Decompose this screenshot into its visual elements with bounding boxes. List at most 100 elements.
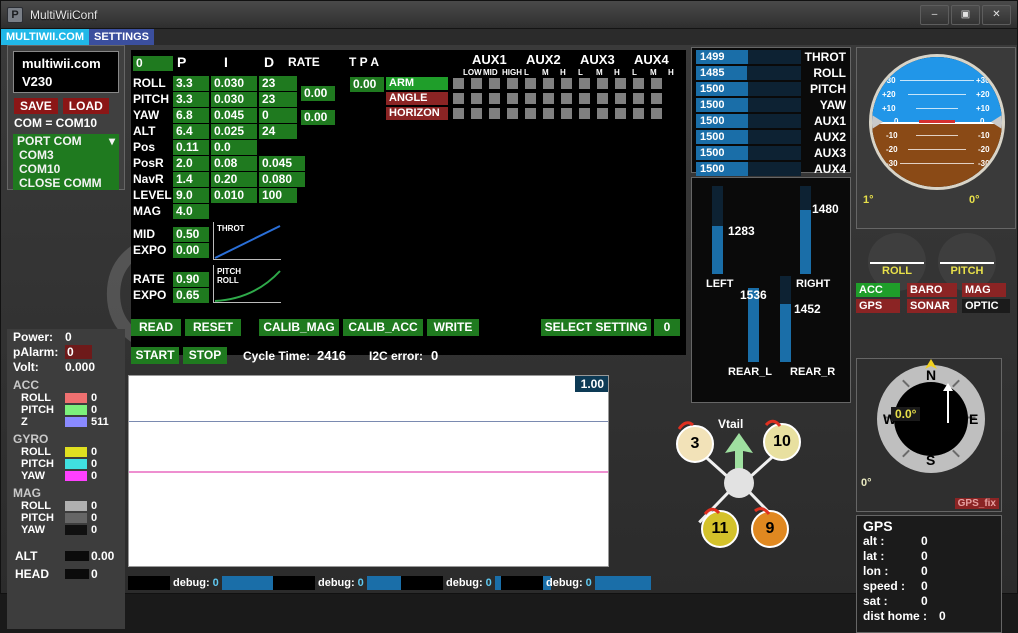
pid-alt-d[interactable]: 24 [259,124,297,139]
aux-checkbox[interactable] [633,93,644,104]
aux-checkbox[interactable] [615,93,626,104]
pid-yaw-p[interactable]: 6.8 [173,108,209,123]
port-option-com10[interactable]: COM10 [13,162,119,176]
select-setting-value[interactable]: 0 [654,319,680,336]
aux-header-1: AUX1 [472,52,507,67]
aux-checkbox[interactable] [615,78,626,89]
aux-checkbox[interactable] [471,108,482,119]
telemetry-graph[interactable]: 1.00 [128,375,609,567]
aux-checkbox[interactable] [489,108,500,119]
maximize-button[interactable]: ▣ [951,4,980,25]
tpa-value[interactable]: 0.00 [350,77,384,92]
mode-button-angle[interactable]: ANGLE [386,92,448,105]
pid-roll-i[interactable]: 0.030 [211,76,257,91]
mode-button-arm[interactable]: ARM [386,77,448,90]
pid-navr-i[interactable]: 0.20 [211,172,257,187]
pid-navr-p[interactable]: 1.4 [173,172,209,187]
reset-button[interactable]: RESET [185,319,241,336]
aux-checkbox[interactable] [543,93,554,104]
port-option-com3[interactable]: COM3 [13,148,119,162]
close-comm-button[interactable]: CLOSE COMM [13,176,119,190]
pid-mag-p[interactable]: 4.0 [173,204,209,219]
write-button[interactable]: WRITE [427,319,479,336]
curve-value-rate[interactable]: 0.90 [173,272,209,287]
curve-value-expo1[interactable]: 0.00 [173,243,209,258]
mode-button-horizon[interactable]: HORIZON [386,107,448,120]
select-setting-button[interactable]: SELECT SETTING [541,319,651,336]
calib-acc-button[interactable]: CALIB_ACC [343,319,423,336]
aux-checkbox[interactable] [633,78,644,89]
menu-settings[interactable]: SETTINGS [89,29,155,45]
aux-checkbox[interactable] [453,78,464,89]
pid-posr-d[interactable]: 0.045 [259,156,305,171]
save-button[interactable]: SAVE [14,98,58,114]
port-dropdown-header[interactable]: PORT COM ▾ [13,134,119,148]
pid-posr-p[interactable]: 2.0 [173,156,209,171]
aux-checkbox[interactable] [633,108,644,119]
curve-value-mid[interactable]: 0.50 [173,227,209,242]
load-button[interactable]: LOAD [62,98,109,114]
aux-checkbox[interactable] [507,93,518,104]
calib-mag-button[interactable]: CALIB_MAG [259,319,339,336]
aux-checkbox[interactable] [561,93,572,104]
aux-checkbox[interactable] [597,108,608,119]
sensor-row: Z 511 [21,416,125,428]
pid-yaw-rate[interactable]: 0.00 [301,110,335,125]
setting-index[interactable]: 0 [133,56,173,71]
pid-roll-d[interactable]: 23 [259,76,297,91]
pitchroll-curve-line [214,270,281,302]
pid-level-p[interactable]: 9.0 [173,188,209,203]
pid-roll-p[interactable]: 3.3 [173,76,209,91]
aux-checkbox[interactable] [507,78,518,89]
pid-pos-p[interactable]: 0.11 [173,140,209,155]
pid-pitch-p[interactable]: 3.3 [173,92,209,107]
aux-checkbox[interactable] [597,78,608,89]
pid-navr-d[interactable]: 0.080 [259,172,305,187]
aux-checkbox[interactable] [543,108,554,119]
aux-checkbox[interactable] [525,108,536,119]
pid-pitch-d[interactable]: 23 [259,92,297,107]
aux-checkbox[interactable] [561,78,572,89]
aux-checkbox[interactable] [651,93,662,104]
power-row: Power: 0 [13,330,125,344]
pid-pitch-i[interactable]: 0.030 [211,92,257,107]
pid-yaw-i[interactable]: 0.045 [211,108,257,123]
pid-alt-i[interactable]: 0.025 [211,124,257,139]
pid-posr-i[interactable]: 0.08 [211,156,257,171]
aux-checkbox[interactable] [579,108,590,119]
aux-checkbox[interactable] [597,93,608,104]
aux-checkbox[interactable] [579,78,590,89]
read-button[interactable]: READ [131,319,181,336]
pid-alt-p[interactable]: 6.4 [173,124,209,139]
rotation-arrow-icon [678,421,694,430]
pid-level-i[interactable]: 0.010 [211,188,257,203]
aux-checkbox[interactable] [507,108,518,119]
aux-checkbox[interactable] [651,78,662,89]
pid-level-d[interactable]: 100 [259,188,297,203]
minimize-button[interactable]: – [920,4,949,25]
aux-checkbox[interactable] [525,93,536,104]
stop-button[interactable]: STOP [183,347,227,364]
pid-pos-i[interactable]: 0.0 [211,140,257,155]
aux-checkbox[interactable] [651,108,662,119]
aux-checkbox[interactable] [489,93,500,104]
menu-multiwii[interactable]: MULTIWII.COM [1,29,89,45]
aux-checkbox[interactable] [489,78,500,89]
curve-value-expo2[interactable]: 0.65 [173,288,209,303]
aux-checkbox[interactable] [453,93,464,104]
start-button[interactable]: START [131,347,179,364]
motor-label-rear-l: REAR_L [728,366,773,378]
pid-roll-rate[interactable]: 0.00 [301,86,335,101]
aux-checkbox[interactable] [471,93,482,104]
aux-checkbox[interactable] [579,93,590,104]
debug-fill [594,576,651,590]
aux-checkbox[interactable] [561,108,572,119]
aux-checkbox[interactable] [471,78,482,89]
aux-checkbox[interactable] [453,108,464,119]
aux-checkbox[interactable] [543,78,554,89]
close-button[interactable]: ✕ [982,4,1011,25]
pid-yaw-d[interactable]: 0 [259,108,297,123]
port-dropdown[interactable]: PORT COM ▾ COM3 COM10 CLOSE COMM [13,134,119,190]
aux-checkbox[interactable] [525,78,536,89]
aux-checkbox[interactable] [615,108,626,119]
